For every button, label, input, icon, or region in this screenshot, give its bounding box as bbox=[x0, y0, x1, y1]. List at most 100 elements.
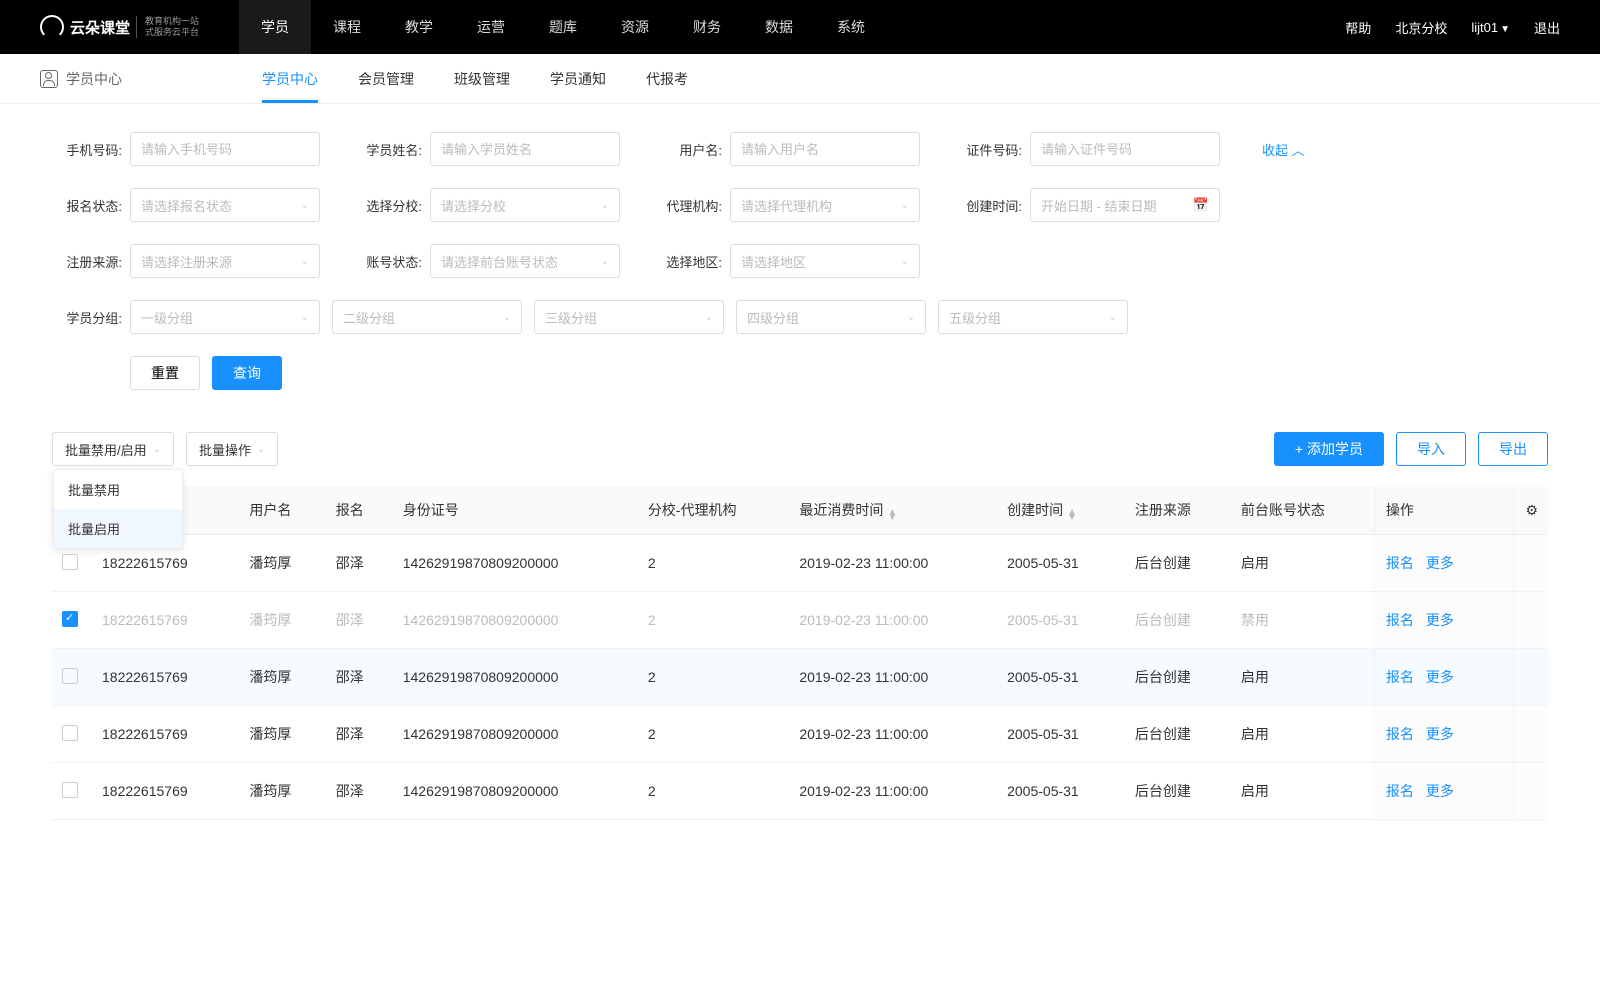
collapse-toggle[interactable]: 收起 ︿ bbox=[1262, 140, 1305, 159]
row-checkbox[interactable] bbox=[62, 782, 78, 798]
students-table: 用户名 报名 身份证号 分校-代理机构 最近消费时间▲▼ 创建时间▲▼ 注册来源… bbox=[52, 486, 1548, 820]
import-button[interactable]: 导入 bbox=[1396, 432, 1466, 466]
cell-source: 后台创建 bbox=[1125, 706, 1231, 763]
add-student-button[interactable]: + 添加学员 bbox=[1274, 432, 1384, 466]
search-button[interactable]: 查询 bbox=[212, 356, 282, 390]
topnav-item-0[interactable]: 学员 bbox=[239, 0, 311, 54]
subnav-item-0[interactable]: 学员中心 bbox=[262, 54, 318, 103]
topnav-item-7[interactable]: 数据 bbox=[743, 0, 815, 54]
username-input[interactable] bbox=[730, 132, 920, 166]
agency-select[interactable]: 请选择代理机构⌄ bbox=[730, 188, 920, 222]
topnav-item-5[interactable]: 资源 bbox=[599, 0, 671, 54]
caret-down-icon: ▼ bbox=[1500, 24, 1510, 35]
acct-status-label: 账号状态: bbox=[352, 252, 430, 271]
subnav-item-1[interactable]: 会员管理 bbox=[358, 54, 414, 103]
cell-status: 禁用 bbox=[1231, 592, 1376, 649]
user-menu[interactable]: lijt01▼ bbox=[1471, 20, 1510, 35]
subnav-item-4[interactable]: 代报考 bbox=[646, 54, 688, 103]
region-label: 选择地区: bbox=[652, 252, 730, 271]
reset-button[interactable]: 重置 bbox=[130, 356, 200, 390]
idno-input[interactable] bbox=[1030, 132, 1220, 166]
row-more-link[interactable]: 更多 bbox=[1426, 612, 1454, 628]
group-level-4-select[interactable]: 四级分组⌄ bbox=[736, 300, 926, 334]
table-row: 18222615769潘筠厚邵泽142629198708092000002201… bbox=[52, 763, 1548, 820]
calendar-icon: 📅 bbox=[1193, 197, 1209, 213]
row-enroll-link[interactable]: 报名 bbox=[1386, 555, 1414, 571]
cell-enroll: 邵泽 bbox=[326, 763, 393, 820]
sub-nav: 学员中心 学员中心会员管理班级管理学员通知代报考 bbox=[0, 54, 1600, 104]
cell-branch: 2 bbox=[638, 592, 790, 649]
row-more-link[interactable]: 更多 bbox=[1426, 783, 1454, 799]
col-create[interactable]: 创建时间▲▼ bbox=[997, 486, 1125, 535]
group-level-1-select[interactable]: 一级分组⌄ bbox=[130, 300, 320, 334]
cell-create: 2005-05-31 bbox=[997, 649, 1125, 706]
topnav-item-2[interactable]: 教学 bbox=[383, 0, 455, 54]
table-toolbar: 批量禁用/启用⌄ 批量禁用 批量启用 批量操作⌄ + 添加学员 导入 导出 bbox=[0, 412, 1600, 486]
table-row: 18222615769潘筠厚邵泽142629198708092000002201… bbox=[52, 649, 1548, 706]
row-enroll-link[interactable]: 报名 bbox=[1386, 726, 1414, 742]
topnav-item-3[interactable]: 运营 bbox=[455, 0, 527, 54]
row-checkbox[interactable] bbox=[62, 668, 78, 684]
create-time-picker[interactable]: 开始日期 - 结束日期📅 bbox=[1030, 188, 1220, 222]
help-link[interactable]: 帮助 bbox=[1345, 18, 1371, 37]
row-checkbox[interactable] bbox=[62, 554, 78, 570]
bulk-toggle-dropdown[interactable]: 批量禁用/启用⌄ 批量禁用 批量启用 bbox=[52, 432, 174, 466]
table-row: 18222615769潘筠厚邵泽142629198708092000002201… bbox=[52, 706, 1548, 763]
row-more-link[interactable]: 更多 bbox=[1426, 726, 1454, 742]
chevron-down-icon: ⌄ bbox=[301, 200, 309, 211]
row-more-link[interactable]: 更多 bbox=[1426, 555, 1454, 571]
topnav-item-4[interactable]: 题库 bbox=[527, 0, 599, 54]
subnav-item-2[interactable]: 班级管理 bbox=[454, 54, 510, 103]
cell-enroll: 邵泽 bbox=[326, 649, 393, 706]
cell-last: 2019-02-23 11:00:00 bbox=[789, 763, 997, 820]
name-input[interactable] bbox=[430, 132, 620, 166]
logout-link[interactable]: 退出 bbox=[1534, 18, 1560, 37]
chevron-down-icon: ⌄ bbox=[153, 444, 161, 455]
branch-link[interactable]: 北京分校 bbox=[1395, 18, 1447, 37]
row-enroll-link[interactable]: 报名 bbox=[1386, 612, 1414, 628]
cell-last: 2019-02-23 11:00:00 bbox=[789, 592, 997, 649]
agency-label: 代理机构: bbox=[652, 196, 730, 215]
topnav-item-8[interactable]: 系统 bbox=[815, 0, 887, 54]
chevron-down-icon: ⌄ bbox=[257, 444, 265, 455]
cell-source: 后台创建 bbox=[1125, 649, 1231, 706]
cell-last: 2019-02-23 11:00:00 bbox=[789, 535, 997, 592]
reg-source-select[interactable]: 请选择注册来源⌄ bbox=[130, 244, 320, 278]
cell-idno: 14262919870809200000 bbox=[393, 592, 638, 649]
cell-branch: 2 bbox=[638, 649, 790, 706]
branch-select[interactable]: 请选择分校⌄ bbox=[430, 188, 620, 222]
col-ops: 操作 bbox=[1376, 486, 1516, 535]
bulk-enable-item[interactable]: 批量启用 bbox=[54, 509, 182, 548]
cell-create: 2005-05-31 bbox=[997, 535, 1125, 592]
region-select[interactable]: 请选择地区⌄ bbox=[730, 244, 920, 278]
col-last-consume[interactable]: 最近消费时间▲▼ bbox=[789, 486, 997, 535]
sort-icon: ▲▼ bbox=[887, 510, 897, 520]
col-settings[interactable]: ⚙ bbox=[1515, 486, 1548, 535]
sort-icon: ▲▼ bbox=[1067, 510, 1077, 520]
topnav-item-6[interactable]: 财务 bbox=[671, 0, 743, 54]
row-checkbox[interactable] bbox=[62, 611, 78, 627]
row-checkbox[interactable] bbox=[62, 725, 78, 741]
topnav-item-1[interactable]: 课程 bbox=[311, 0, 383, 54]
phone-input[interactable] bbox=[130, 132, 320, 166]
row-more-link[interactable]: 更多 bbox=[1426, 669, 1454, 685]
group-level-3-select[interactable]: 三级分组⌄ bbox=[534, 300, 724, 334]
bulk-ops-dropdown[interactable]: 批量操作⌄ bbox=[186, 432, 278, 466]
enroll-status-label: 报名状态: bbox=[52, 196, 130, 215]
subnav-menu: 学员中心会员管理班级管理学员通知代报考 bbox=[262, 54, 688, 103]
group-level-5-select[interactable]: 五级分组⌄ bbox=[938, 300, 1128, 334]
cell-username: 潘筠厚 bbox=[239, 649, 325, 706]
acct-status-select[interactable]: 请选择前台账号状态⌄ bbox=[430, 244, 620, 278]
row-enroll-link[interactable]: 报名 bbox=[1386, 669, 1414, 685]
cell-enroll: 邵泽 bbox=[326, 592, 393, 649]
subnav-item-3[interactable]: 学员通知 bbox=[550, 54, 606, 103]
group-level-2-select[interactable]: 二级分组⌄ bbox=[332, 300, 522, 334]
bulk-disable-item[interactable]: 批量禁用 bbox=[54, 470, 182, 509]
chevron-up-icon: ︿ bbox=[1292, 143, 1305, 158]
cell-status: 启用 bbox=[1231, 763, 1376, 820]
chevron-down-icon: ⌄ bbox=[301, 256, 309, 267]
export-button[interactable]: 导出 bbox=[1478, 432, 1548, 466]
row-enroll-link[interactable]: 报名 bbox=[1386, 783, 1414, 799]
enroll-status-select[interactable]: 请选择报名状态⌄ bbox=[130, 188, 320, 222]
cell-source: 后台创建 bbox=[1125, 592, 1231, 649]
